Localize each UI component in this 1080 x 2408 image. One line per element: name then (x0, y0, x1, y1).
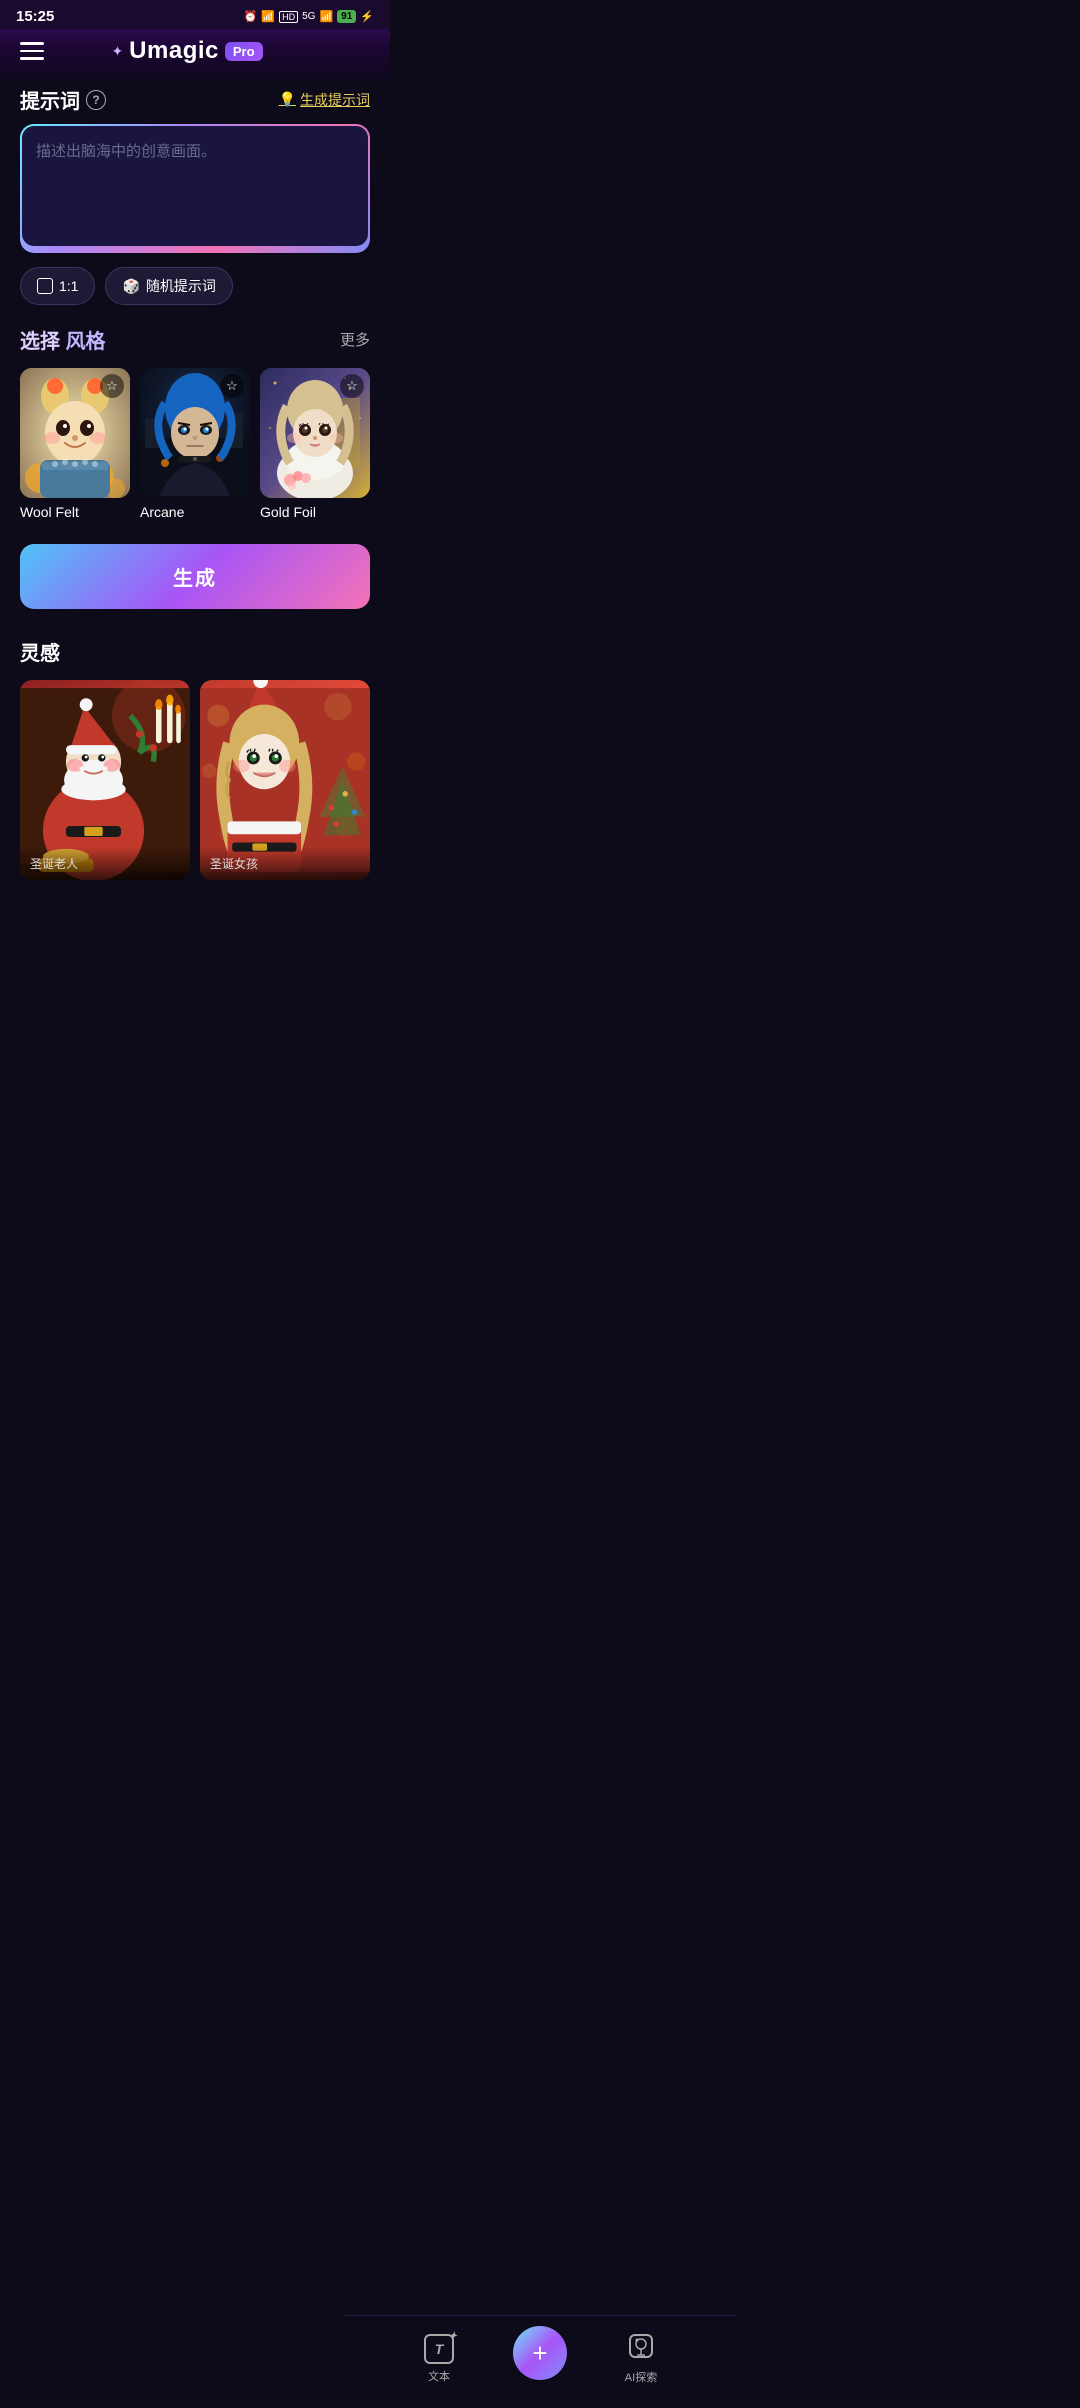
generate-prompt-label: 生成提示词 (300, 90, 370, 110)
style-card-wool-felt-label: Wool Felt (20, 504, 130, 520)
style-card-gold-foil-label: Gold Foil (260, 504, 370, 520)
style-highlight-text: 风格 (66, 331, 106, 353)
prompt-title: 提示词 ? (20, 85, 106, 114)
help-icon[interactable]: ? (86, 90, 106, 110)
prompt-header: 提示词 ? 💡 生成提示词 (20, 85, 370, 114)
ratio-label: 1:1 (59, 278, 78, 294)
style-cards-container: ☆ (20, 368, 370, 524)
wifi-icon: 📶 (319, 10, 333, 23)
app-name: Umagic (129, 37, 219, 65)
generate-button[interactable]: 生成 (20, 544, 370, 609)
quick-options: 1:1 🎲 随机提示词 (20, 267, 370, 305)
bulb-icon: 💡 (279, 91, 296, 108)
battery-level: 91 (337, 10, 356, 23)
menu-button[interactable] (20, 42, 44, 60)
style-card-wool-felt[interactable]: ☆ (20, 368, 130, 520)
charging-icon: ⚡ (360, 10, 374, 23)
inspiration-santa-label: 圣诞老人 (20, 847, 190, 880)
top-nav: ✦ Umagic Pro (0, 29, 390, 77)
style-card-arcane-label: Arcane (140, 504, 250, 520)
style-card-arcane[interactable]: ☆ (140, 368, 250, 520)
main-content: 提示词 ? 💡 生成提示词 1:1 🎲 随机提示词 (0, 85, 390, 880)
more-button[interactable]: 更多 (340, 329, 370, 350)
inspiration-card-girl[interactable]: 圣诞女孩 (200, 680, 370, 880)
ratio-button[interactable]: 1:1 (20, 267, 95, 305)
style-title: 选择 风格 (20, 325, 106, 354)
style-card-wool-felt-img: ☆ (20, 368, 130, 498)
prompt-title-text: 提示词 (20, 85, 80, 114)
prompt-input[interactable] (22, 126, 368, 246)
alarm-icon: ⏰ (244, 10, 258, 23)
random-label: 随机提示词 (146, 276, 216, 296)
app-title: ✦ Umagic Pro (111, 37, 262, 65)
status-icons: ⏰ 📶 HD 5G 📶 91 ⚡ (244, 10, 374, 23)
favorite-icon-gold-foil[interactable]: ☆ (340, 374, 364, 398)
inspiration-grid: 圣诞老人 (20, 680, 370, 880)
ratio-icon (37, 278, 53, 294)
inspiration-card-santa[interactable]: 圣诞老人 (20, 680, 190, 880)
inspiration-girl-label: 圣诞女孩 (200, 847, 370, 880)
status-time: 15:25 (16, 8, 54, 25)
textarea-wrapper (20, 124, 370, 253)
status-bar: 15:25 ⏰ 📶 HD 5G 📶 91 ⚡ (0, 0, 390, 29)
pro-badge: Pro (225, 42, 263, 61)
page-wrapper: 15:25 ⏰ 📶 HD 5G 📶 91 ⚡ ✦ Umagic Pro (0, 0, 390, 960)
signal-icon: 📶 (261, 10, 275, 23)
favorite-icon-arcane[interactable]: ☆ (220, 374, 244, 398)
prompt-section: 提示词 ? 💡 生成提示词 (20, 85, 370, 253)
star-icon: ✦ (111, 43, 123, 60)
header-background: ✦ Umagic Pro (0, 29, 390, 85)
dice-icon: 🎲 (122, 278, 139, 295)
style-card-gold-foil-img: ☆ (260, 368, 370, 498)
style-section: 选择 风格 更多 ☆ (20, 325, 370, 524)
style-header: 选择 风格 更多 (20, 325, 370, 354)
generate-prompt-button[interactable]: 💡 生成提示词 (279, 90, 370, 110)
style-card-arcane-img: ☆ (140, 368, 250, 498)
favorite-icon-wool[interactable]: ☆ (100, 374, 124, 398)
random-prompt-button[interactable]: 🎲 随机提示词 (105, 267, 232, 305)
hd-icon: HD (279, 11, 298, 23)
style-card-gold-foil[interactable]: ☆ (260, 368, 370, 520)
style-title-text: 选择 (20, 331, 60, 353)
inspiration-section: 灵感 (20, 637, 370, 880)
network-icon: 5G (302, 11, 315, 22)
inspiration-title: 灵感 (20, 637, 370, 666)
